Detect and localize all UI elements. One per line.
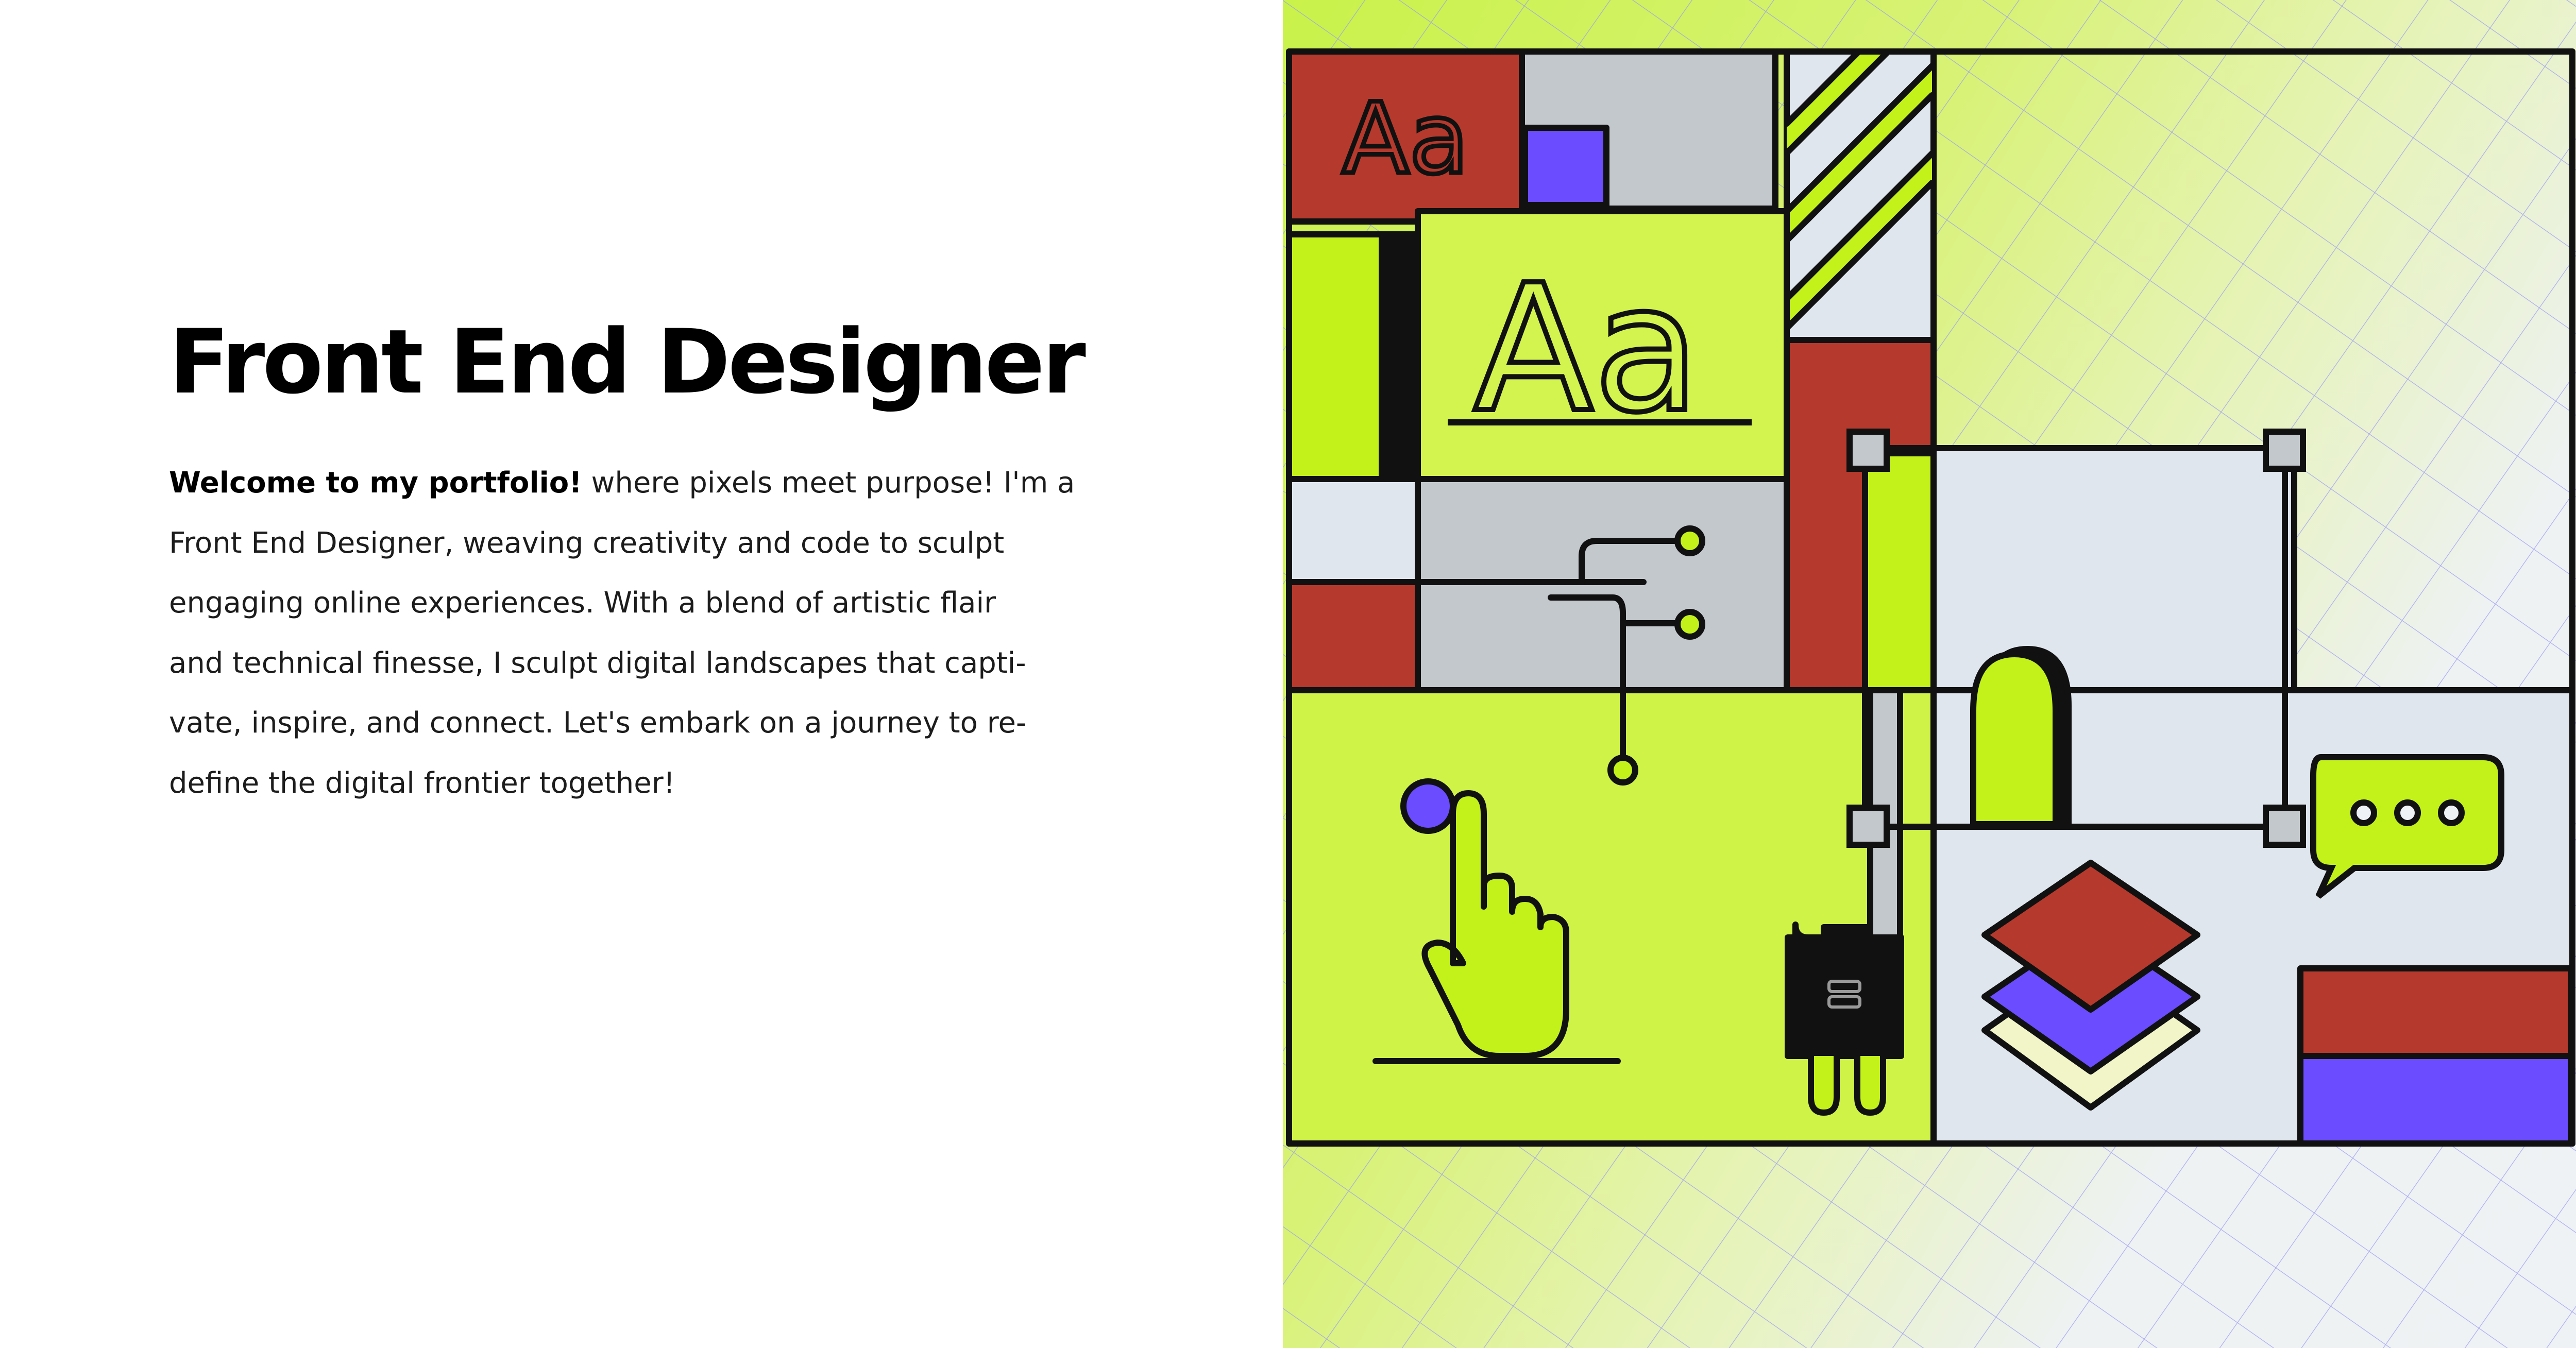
type-sample-small: Aa	[1342, 82, 1469, 196]
intro-line-5: vate, inspire, and connect. Let's embark…	[169, 706, 1027, 740]
pale-cell	[1286, 476, 1421, 585]
arch-doorway-icon	[1970, 645, 2072, 827]
black-strip	[1379, 231, 1421, 482]
intro-line-6: define the digital frontier together!	[169, 766, 675, 800]
intro-line-4: and technical finesse, I sculpt digital …	[169, 646, 1026, 680]
intro-paragraph: Welcome to my portfolio! where pixels me…	[169, 453, 1075, 813]
red-bar	[2297, 965, 2574, 1059]
intro-line-1: Welcome to my portfolio! where pixels me…	[169, 453, 1075, 514]
text-panel: Front End Designer Welcome to my portfol…	[0, 0, 1283, 1348]
intro-line-2: Front End Designer, weaving creativity a…	[169, 526, 1005, 560]
red-small-cell	[1286, 579, 1421, 693]
illustration-panel: Aa Aa	[1283, 0, 2576, 1348]
intro-line-3: engaging online experiences. With a blen…	[169, 586, 996, 620]
page-title: Front End Designer	[169, 310, 1086, 414]
purple-square	[1522, 125, 1609, 208]
purple-bar	[2297, 1053, 2574, 1147]
lime-accent-column	[1862, 450, 1937, 693]
pale-right-panel	[1930, 445, 2297, 693]
illustration: Aa Aa	[1283, 0, 2576, 1348]
intro-bold: Welcome to my portfolio!	[169, 466, 582, 500]
striped-cell	[1784, 48, 1937, 343]
lime-column	[1286, 231, 1391, 482]
intro-line-1-text: where pixels meet purpose! I'm a	[582, 466, 1075, 500]
